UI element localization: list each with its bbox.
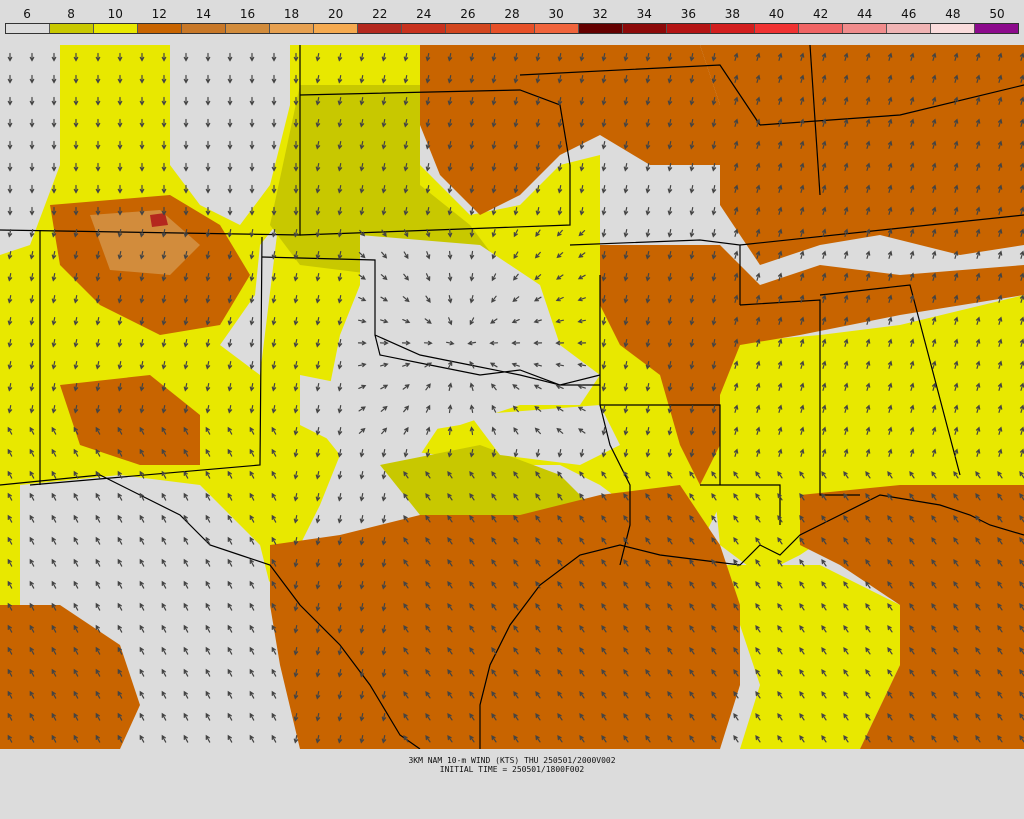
legend-swatch-28 [490,24,535,33]
legend-swatch-34 [622,24,667,33]
legend-swatch-44 [842,24,887,33]
map-canvas [0,45,1024,749]
legend-swatch-16 [226,24,271,33]
legend-labels: 6 8 10 12 14 16 18 20 22 24 26 28 30 32 34 36 38 40 42 44 46… [0,4,1024,22]
legend-label-46: 46 [901,7,917,21]
legend-label-24: 24 [416,7,432,21]
legend-swatch-38 [710,24,755,33]
caption-line-1: 3KM NAM 10-m WIND (KTS) THU 250501/2000V… [408,756,616,765]
legend-swatch-18 [270,24,315,33]
legend-label-50: 50 [989,7,1005,21]
legend-label-48: 48 [945,7,961,21]
legend-label-16: 16 [239,7,256,21]
legend-swatch-14 [182,24,227,33]
legend-label-12: 12 [151,7,167,21]
legend-label-40: 40 [768,7,785,21]
color-legend [5,23,1019,34]
legend-swatch-50 [975,24,1019,33]
legend-label-34: 34 [636,7,652,21]
legend-label-36: 36 [680,7,696,21]
legend-swatch-32 [578,24,623,33]
legend-label-8: 8 [67,7,75,21]
legend-swatch-22 [358,24,403,33]
legend-swatch-6 [6,24,51,33]
legend-swatch-10 [94,24,139,33]
legend-swatch-46 [886,24,931,33]
legend-label-38: 38 [724,7,741,21]
legend-label-14: 14 [195,7,212,21]
legend-label-28: 28 [504,7,520,21]
legend-swatch-12 [138,24,183,33]
legend-label-32: 32 [592,7,608,21]
legend-swatch-36 [666,24,711,33]
legend-label-44: 44 [857,7,873,21]
legend-swatch-20 [314,24,359,33]
wind-region-red-patch [150,213,168,227]
legend-swatch-30 [534,24,579,33]
legend-label-22: 22 [372,7,388,21]
wind-map[interactable] [0,45,1024,749]
legend-label-18: 18 [283,7,300,21]
legend-swatch-8 [50,24,95,33]
legend-label-6: 6 [23,7,31,21]
legend-label-26: 26 [460,7,476,21]
legend-swatch-26 [446,24,491,33]
caption-line-2: INITIAL TIME = 250501/1800F002 [439,765,585,774]
map-caption: 3KM NAM 10-m WIND (KTS) THU 250501/2000V… [0,756,1024,774]
legend-label-30: 30 [548,7,564,21]
legend-label-20: 20 [328,7,344,21]
legend-swatch-48 [930,24,976,33]
legend-swatch-24 [402,24,447,33]
legend-label-10: 10 [107,7,123,21]
legend-swatch-42 [798,24,843,33]
legend-label-42: 42 [812,7,829,21]
legend-swatch-40 [754,24,799,33]
